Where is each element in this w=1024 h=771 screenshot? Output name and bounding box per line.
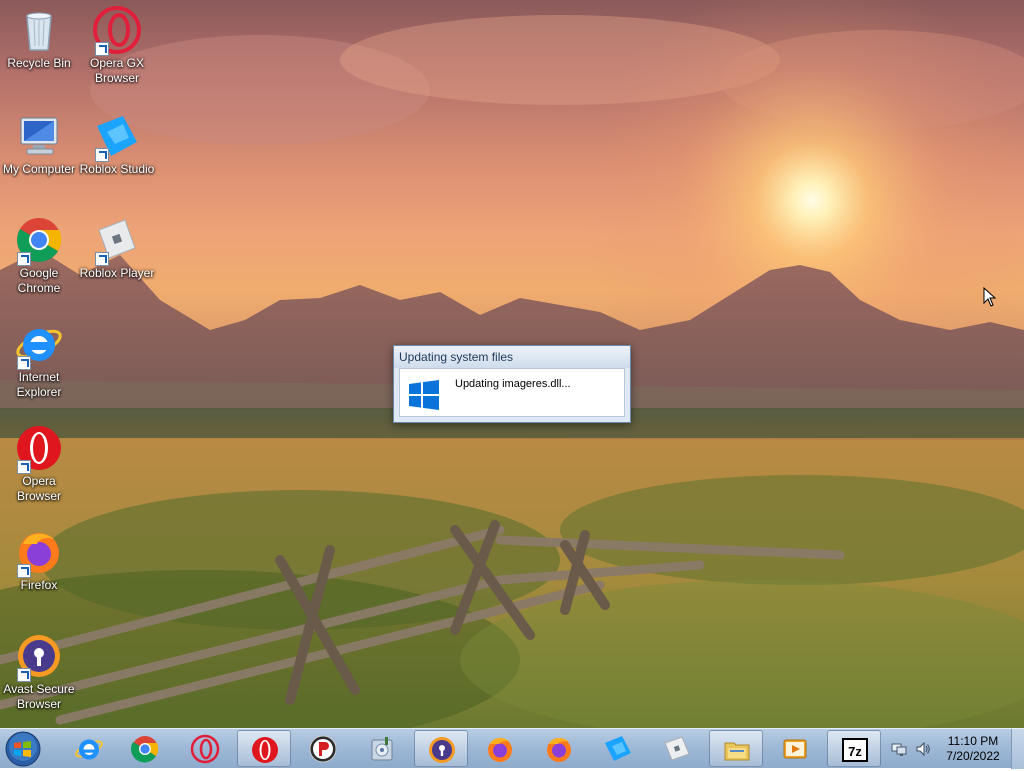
- taskbar-item-opera-gx[interactable]: [178, 730, 232, 767]
- firefox-icon: [547, 738, 571, 762]
- update-dialog: Updating system files Updating imageres.…: [393, 345, 631, 423]
- desktop-icon-label: My Computer: [2, 162, 76, 176]
- desktop-icon-recycle-bin[interactable]: Recycle Bin: [0, 6, 78, 71]
- opera-gx-icon: [190, 734, 220, 764]
- internet-explorer-icon: [75, 739, 103, 760]
- opera-icon: [252, 737, 278, 763]
- desktop-icon-my-computer[interactable]: My Computer: [0, 112, 78, 177]
- shortcut-arrow-icon: [95, 148, 109, 162]
- windows-logo-icon: [409, 380, 439, 410]
- taskbar-item-avast-browser[interactable]: [414, 730, 468, 767]
- media-player-icon: [783, 739, 807, 759]
- taskbar-item-firefox-2[interactable]: [532, 730, 586, 767]
- shortcut-arrow-icon: [95, 252, 109, 266]
- taskbar-item-disk-utility[interactable]: [355, 730, 409, 767]
- 7zip-icon: 7z: [842, 738, 868, 762]
- start-orb-icon: [5, 731, 41, 767]
- desktop-icon-label: Recycle Bin: [7, 56, 71, 70]
- desktop-icon-label: Internet Explorer: [16, 370, 62, 399]
- shortcut-arrow-icon: [17, 252, 31, 266]
- desktop-icon-firefox[interactable]: Firefox: [0, 528, 78, 593]
- desktop-icon-chrome[interactable]: Google Chrome: [0, 216, 78, 296]
- desktop-icon-label: Opera GX Browser: [89, 56, 145, 85]
- taskbar-item-file-explorer[interactable]: [709, 730, 763, 767]
- desktop-icon-internet-explorer[interactable]: Internet Explorer: [0, 320, 78, 400]
- shortcut-arrow-icon: [17, 460, 31, 474]
- system-tray: 11:10 PM 7/20/2022: [885, 729, 1010, 769]
- dialog-message: Updating imageres.dll...: [455, 378, 571, 390]
- network-icon[interactable]: [891, 741, 907, 757]
- desktop-icon-label: Opera Browser: [16, 474, 61, 503]
- clock-time: 11:10 PM: [947, 734, 999, 748]
- taskbar-item-7zip[interactable]: 7z: [827, 730, 881, 767]
- taskbar-item-internet-explorer[interactable]: [62, 730, 116, 767]
- desktop-icon-label: Firefox: [20, 578, 58, 592]
- start-button[interactable]: [4, 730, 42, 768]
- roblox-studio-icon: [605, 736, 631, 761]
- my-computer-icon: [20, 117, 58, 155]
- chrome-icon: [131, 736, 159, 763]
- desktop-icon-opera-gx[interactable]: Opera GX Browser: [78, 6, 156, 86]
- taskbar-item-roblox-studio[interactable]: [591, 730, 645, 767]
- desktop-icon-label: Roblox Player: [79, 266, 155, 280]
- desktop-icon-opera[interactable]: Opera Browser: [0, 424, 78, 504]
- desktop-icon-label: Avast Secure Browser: [3, 682, 75, 711]
- tray-clock[interactable]: 11:10 PM 7/20/2022: [940, 734, 1006, 764]
- volume-icon[interactable]: [915, 741, 931, 757]
- roblox-player-icon: [664, 736, 690, 761]
- desktop-icon-label: Google Chrome: [17, 266, 61, 295]
- dialog-body: Updating imageres.dll...: [399, 368, 625, 417]
- desktop-icon-roblox-player[interactable]: Roblox Player: [78, 216, 156, 281]
- shortcut-arrow-icon: [17, 564, 31, 578]
- shortcut-arrow-icon: [17, 356, 31, 370]
- taskbar-item-p-app[interactable]: [296, 730, 350, 767]
- recycle-bin-icon: [26, 12, 52, 51]
- disk-utility-icon: [371, 737, 393, 761]
- taskbar-item-chrome[interactable]: [118, 730, 172, 767]
- 7zip-label: 7z: [848, 744, 862, 759]
- clock-date: 7/20/2022: [946, 749, 1000, 763]
- p-app-icon: [309, 735, 337, 763]
- taskbar-item-firefox[interactable]: [473, 730, 527, 767]
- avast-browser-icon: [429, 737, 455, 763]
- shortcut-arrow-icon: [17, 668, 31, 682]
- taskbar-item-opera[interactable]: [237, 730, 291, 767]
- shortcut-arrow-icon: [95, 42, 109, 56]
- desktop-icon-roblox-studio[interactable]: Roblox Studio: [78, 112, 156, 177]
- taskbar-item-media-player[interactable]: [768, 730, 822, 767]
- taskbar: 7z 11:10 PM 7/20/2022: [0, 728, 1024, 769]
- firefox-icon: [488, 738, 512, 762]
- desktop-icon-label: Roblox Studio: [79, 162, 155, 176]
- dialog-title: Updating system files: [394, 346, 630, 368]
- file-explorer-icon: [724, 742, 750, 761]
- show-desktop-button[interactable]: [1011, 729, 1024, 769]
- mouse-cursor-icon: [983, 287, 997, 307]
- taskbar-item-roblox-player[interactable]: [650, 730, 704, 767]
- desktop-icon-avast-browser[interactable]: Avast Secure Browser: [0, 632, 78, 712]
